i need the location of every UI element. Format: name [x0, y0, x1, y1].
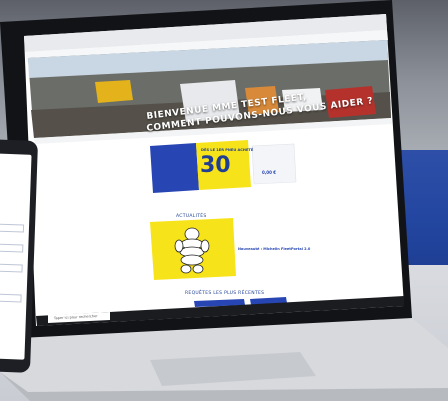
michelin-man-icon — [174, 227, 210, 274]
news-section-title: ACTUALITÉS — [176, 214, 207, 219]
laptop — [0, 0, 448, 401]
phone-field[interactable] — [0, 293, 22, 303]
phone-field[interactable] — [0, 263, 23, 273]
phone-field[interactable] — [0, 243, 24, 253]
promo-headline: DÈS LE 1ER PNEU ACHETÉ — [201, 148, 254, 152]
loader-vehicle — [95, 80, 133, 103]
balance-amount: 0,00 € — [262, 170, 277, 175]
promo-amount: 30 — [200, 153, 231, 178]
promo-blue-card — [150, 143, 199, 193]
phone-screen — [0, 153, 32, 360]
phone-field[interactable] — [0, 223, 25, 233]
requests-section-title: REQUÊTES LES PLUS RÉCENTES — [185, 291, 265, 296]
news-title[interactable]: Nouveauté : Michelin FleetPortal 2.0 — [238, 247, 310, 251]
balance-card — [251, 143, 297, 185]
